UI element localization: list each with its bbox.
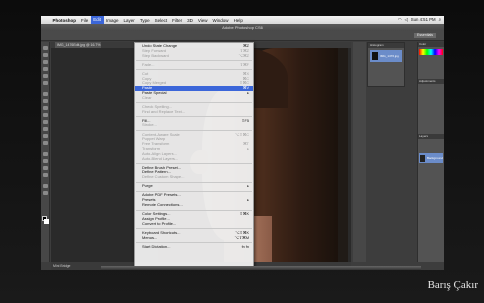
menu-item-convert-to-profile[interactable]: Convert to Profile... [135,220,253,227]
dodge-tool-icon[interactable] [43,141,48,145]
menu-item-label: Fade... [142,61,155,67]
color-panel-title[interactable]: Color [418,42,444,47]
menu-item-auto-blend-layers: Auto-Blend Layers... [135,155,253,162]
menu-view[interactable]: View [195,18,210,23]
menu-item-shortcut: ⌥⌘Z [238,53,250,58]
menu-item-step-backward: Step Backward ⌥⌘Z [135,52,253,59]
menu-separator [136,180,252,183]
background-color-swatch[interactable] [44,219,49,224]
layer-thumbnail [420,154,425,162]
presenter-caption: Barış Çakır [427,279,478,291]
mac-dock [101,266,421,270]
eraser-tool-icon[interactable] [43,120,48,124]
menu-image[interactable]: Image [104,18,122,23]
menu-item-label: Define Custom Shape... [142,174,185,180]
histogram-panel: Histogram IMG_1476.jpg [367,42,405,87]
menu-item-define-custom-shape: Define Custom Shape... [135,174,253,180]
zoom-tool-icon[interactable] [43,191,48,195]
menu-item-label: Clear [142,94,152,100]
menu-select[interactable]: Select [152,18,170,23]
blur-tool-icon[interactable] [43,134,48,138]
menu-filter[interactable]: Filter [170,18,185,23]
mini-bridge-tab[interactable]: Mini Bridge [53,264,71,268]
menu-app[interactable]: Photoshop [50,18,79,23]
menu-separator [136,67,252,71]
menu-item-shortcut: ⌥⇧⌘M [234,235,249,240]
status-menus: ◠ ◁ Sun 4:51 PM ⌕ [398,17,444,23]
thumbnail [372,52,378,60]
lasso-tool-icon[interactable] [43,60,48,64]
brush-tool-icon[interactable] [43,99,48,103]
panel-dock-icons [353,42,366,262]
menu-separator [136,114,252,118]
menu-item-shortcut: ⇧⌘F [239,62,249,67]
histogram-panel-title[interactable]: Histogram [368,43,404,48]
volume-icon[interactable]: ◁ [404,17,407,23]
path-select-tool-icon[interactable] [43,166,48,170]
screen: Photoshop File Edit Image Layer Type Sel… [41,16,444,270]
options-bar: Essentials [41,31,444,41]
layers-panel-title[interactable]: Layers [418,134,444,139]
move-tool-icon[interactable] [43,46,48,50]
type-tool-icon[interactable] [43,159,48,163]
tools-panel [41,42,50,262]
menu-item-label: Step Backward [142,52,169,58]
menu-edit[interactable]: Edit [90,16,104,24]
eyedropper-tool-icon[interactable] [43,81,48,85]
menu-item-purge[interactable]: Purge ▸ [135,183,253,189]
menu-item-label: Start Dictation... [142,243,171,249]
menu-item-label: Stroke... [142,122,157,128]
video-frame: Photoshop File Edit Image Layer Type Sel… [0,0,484,303]
menu-3d[interactable]: 3D [185,18,196,23]
menu-help[interactable]: Help [231,18,245,23]
menu-layer[interactable]: Layer [121,18,137,23]
spotlight-icon[interactable]: ⌕ [439,17,441,23]
menu-item-start-dictation[interactable]: Start Dictation... fn fn [135,243,253,250]
histogram-item[interactable]: IMG_1476.jpg [370,50,402,62]
crop-tool-icon[interactable] [43,74,48,78]
menu-item-find-and-replace-text: Find and Replace Text... [135,108,253,115]
color-spectrum[interactable] [419,49,443,55]
menu-type[interactable]: Type [137,18,152,23]
mac-menu-bar: Photoshop File Edit Image Layer Type Sel… [41,16,444,24]
workspace-switcher[interactable]: Essentials [414,33,436,38]
menu-item-shortcut: fn fn [241,244,249,249]
histogram-item-label: IMG_1476.jpg [380,54,399,58]
menu-item-stroke: Stroke... [135,123,253,128]
clone-stamp-tool-icon[interactable] [43,106,48,110]
gradient-tool-icon[interactable] [43,127,48,131]
quick-select-tool-icon[interactable] [43,67,48,71]
menu-item-label: Remote Connections... [142,201,183,207]
marquee-tool-icon[interactable] [43,53,48,57]
menu-item-fade: Fade... ⇧⌘F [135,61,253,68]
right-panels: Color Adjustments Layers Background [417,42,444,262]
menu-item-label: Convert to Profile... [142,220,177,226]
layer-row[interactable]: Background [419,153,443,163]
menu-item-remote-connections[interactable]: Remote Connections... [135,201,253,208]
pen-tool-icon[interactable] [43,152,48,156]
menu-item-label: Find and Replace Text... [142,108,186,114]
hand-tool-icon[interactable] [43,184,48,188]
menu-item-label: Menus... [142,234,158,240]
menu-item-clear: Clear [135,94,253,101]
submenu-arrow-icon: ▸ [247,184,249,189]
menu-file[interactable]: File [79,18,91,23]
history-brush-tool-icon[interactable] [43,113,48,117]
menu-item-label: Purge [142,183,153,189]
menu-item-label: Auto-Blend Layers... [142,155,179,161]
wifi-icon[interactable]: ◠ [398,17,402,23]
app-title-bar: Adobe Photoshop CS6 [41,24,444,31]
menu-item-menus[interactable]: Menus... ⌥⇧⌘M [135,234,253,241]
menu-window[interactable]: Window [210,18,231,23]
adjustments-icons [418,84,444,134]
clock[interactable]: Sun 4:51 PM [411,17,436,23]
edit-menu-dropdown: Undo State Change ⌘Z Step Forward ⇧⌘Z Step B… [134,42,254,270]
layer-name: Background [426,156,443,160]
healing-tool-icon[interactable] [43,92,48,96]
shape-tool-icon[interactable] [43,173,48,177]
